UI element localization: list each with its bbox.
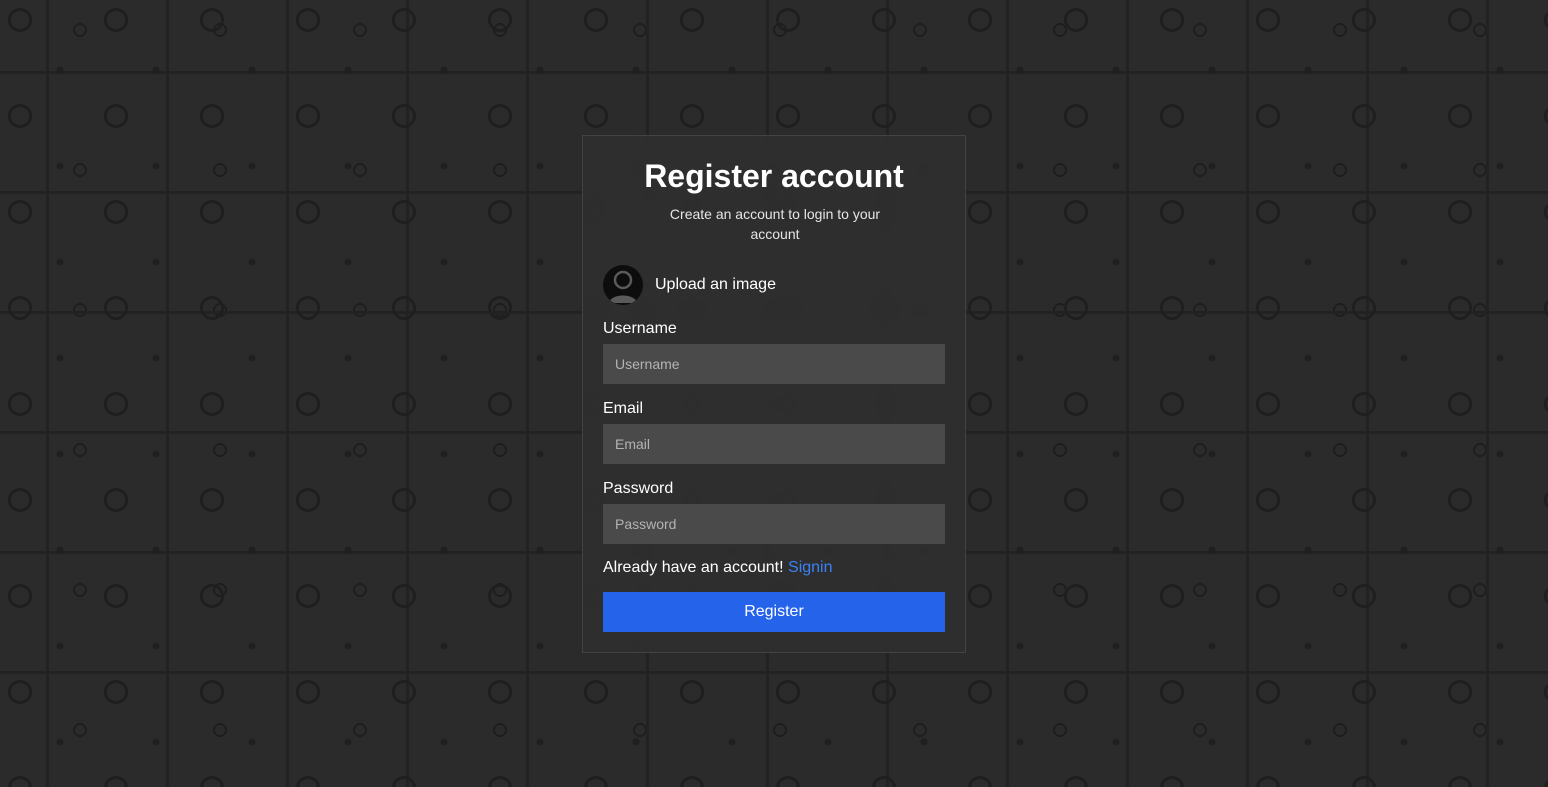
email-label: Email — [603, 400, 644, 417]
password-label: Password — [603, 480, 674, 497]
email-input[interactable] — [603, 424, 945, 464]
register-button[interactable]: Register — [603, 592, 945, 632]
upload-image-button[interactable]: Upload an image — [603, 264, 776, 306]
signin-prompt-text: Already have an account! — [603, 559, 784, 576]
signin-prompt-row: Already have an account! Signin — [603, 558, 833, 578]
page-subtitle: Create an account to login to your accou… — [669, 206, 881, 242]
avatar-placeholder-icon — [603, 265, 643, 305]
username-input[interactable] — [603, 344, 945, 384]
upload-image-label: Upload an image — [655, 276, 776, 293]
register-card: Register account Create an account to lo… — [582, 135, 966, 653]
password-input[interactable] — [603, 504, 945, 544]
username-label: Username — [603, 320, 677, 337]
signin-link[interactable]: Signin — [788, 559, 832, 576]
page-title: Register account — [644, 158, 904, 194]
